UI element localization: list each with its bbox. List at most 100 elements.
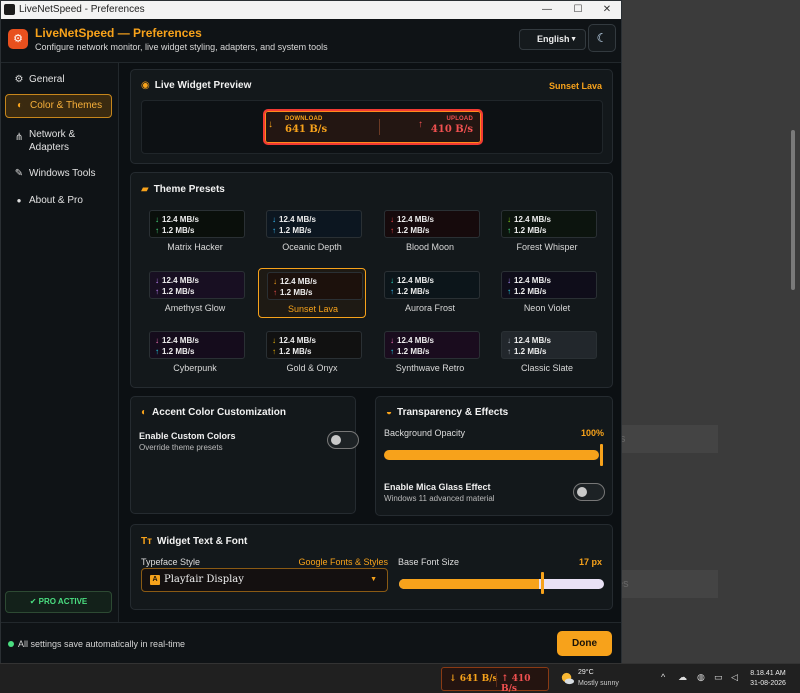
font-size-slider-fill [399,579,539,589]
gear-icon: ⚙ [14,74,24,85]
preset-download: ↓ 12.4 MB/s [155,336,199,345]
eye-icon: ◉ [141,80,150,91]
sidebar-item-about[interactable]: ● About & Pro [5,189,112,213]
font-size-slider[interactable] [399,579,604,589]
typeface-value: Playfair Display [164,574,244,585]
arrow-up-icon: ↑ [390,347,394,356]
preset-upload: ↑ 1.2 MB/s [155,347,195,356]
language-select[interactable]: English ▼ [519,29,586,50]
typeface-select[interactable]: A Playfair Display ▼ [141,568,388,592]
typeface-source: Google Fonts & Styles [298,557,388,567]
close-button[interactable]: ✕ [592,2,622,18]
done-button[interactable]: Done [557,631,612,656]
text-icon: Tт [141,536,153,547]
theme-preset-matrix-hacker[interactable]: ↓ 12.4 MB/s ↑ 1.2 MB/s Matrix Hacker [141,207,249,257]
sidebar-item-label: Windows Tools [29,168,96,179]
preset-name: Neon Violet [523,303,571,313]
font-size-slider-handle[interactable] [540,572,544,594]
theme-preset-forest-whisper[interactable]: ↓ 12.4 MB/s ↑ 1.2 MB/s Forest Whisper [493,207,601,257]
arrow-down-icon: ↓ [273,277,277,286]
theme-preset-sunset-lava[interactable]: ↓ 12.4 MB/s ↑ 1.2 MB/s Sunset Lava [258,268,366,318]
preset-download: ↓ 12.4 MB/s [507,215,551,224]
arrow-up-icon: ↑ [507,347,511,356]
clock-time: 8.18.41 AM [750,670,786,677]
arrow-up-icon: ↑ [272,347,276,356]
theme-preset-cyberpunk[interactable]: ↓ 12.4 MB/s ↑ 1.2 MB/s Cyberpunk [141,328,249,378]
maximize-button[interactable]: ☐ [563,2,593,18]
title-bar[interactable]: LiveNetSpeed - Preferences — ☐ ✕ [1,1,621,19]
arrow-up-icon: ↑ [155,226,159,235]
custom-colors-toggle[interactable] [327,431,359,449]
arrow-down-icon: ↓ [390,215,394,224]
security-icon[interactable]: ◍ [697,672,705,683]
mica-toggle[interactable] [573,483,605,501]
preset-download: ↓ 12.4 MB/s [390,276,434,285]
preset-download: ↓ 12.4 MB/s [155,215,199,224]
transparency-card: ◒ Transparency & Effects Background Opaci… [375,396,613,516]
opacity-label: Background Opacity [384,428,466,438]
sidebar-item-general[interactable]: ⚙ General [5,68,112,92]
chevron-down-icon: ▼ [570,36,577,43]
moon-icon[interactable]: ☾ [588,24,616,52]
theme-preset-blood-moon[interactable]: ↓ 12.4 MB/s ↑ 1.2 MB/s Blood Moon [376,207,484,257]
display-icon[interactable]: ▭ [714,672,723,683]
preview-area: ↓ DOWNLOAD 641 B/s ↑ UPLOAD 410 B/s [141,100,603,154]
preset-upload: ↑ 1.2 MB/s [390,347,430,356]
preferences-window: LiveNetSpeed - Preferences — ☐ ✕ ⚙ LiveN… [0,0,622,663]
window-title: LiveNetSpeed - Preferences [19,4,145,15]
preset-upload: ↑ 1.2 MB/s [272,347,312,356]
theme-preset-synthwave-retro[interactable]: ↓ 12.4 MB/s ↑ 1.2 MB/s Synthwave Retro [376,328,484,378]
background-scrollbar[interactable] [791,130,795,290]
arrow-down-icon: ↓ [390,276,394,285]
sidebar-item-windows-tools[interactable]: ✎ Windows Tools [5,162,112,186]
arrow-down-icon: ↓ [155,336,159,345]
speaker-icon[interactable]: ◁ [731,672,738,683]
minimize-button[interactable]: — [532,2,562,18]
toggle-knob [331,435,341,445]
preset-preview: ↓ 12.4 MB/s ↑ 1.2 MB/s [266,210,362,238]
sidebar-item-color-themes[interactable]: ◐ Color & Themes [5,94,112,118]
clock[interactable]: 8.18.41 AM 31-08-2026 [746,669,790,689]
weather-icon[interactable] [560,671,575,686]
chevron-down-icon: ▼ [370,576,377,583]
theme-preset-amethyst-glow[interactable]: ↓ 12.4 MB/s ↑ 1.2 MB/s Amethyst Glow [141,268,249,318]
preset-upload: ↑ 1.2 MB/s [507,226,547,235]
font-size-label: Base Font Size [398,557,460,567]
background-window-bar [622,570,718,598]
preset-name: Aurora Frost [404,303,455,313]
app-icon [4,4,15,15]
preset-preview: ↓ 12.4 MB/s ↑ 1.2 MB/s [501,331,597,359]
arrow-up-icon: ↑ [390,226,394,235]
preset-download: ↓ 12.4 MB/s [507,336,551,345]
arrow-down-icon: ↓ [507,215,511,224]
app-header: ⚙ LiveNetSpeed — Preferences Configure n… [1,19,621,63]
sidebar-item-label: Adapters [29,142,70,153]
opacity-slider-handle[interactable] [600,444,603,466]
sidebar-item-label: About & Pro [29,195,83,206]
preset-upload: ↑ 1.2 MB/s [155,226,195,235]
autosave-status: All settings save automatically in real-… [18,639,186,649]
cloud-icon[interactable]: ☁ [678,672,687,683]
theme-preset-gold-onyx[interactable]: ↓ 12.4 MB/s ↑ 1.2 MB/s Gold & Onyx [258,328,366,378]
theme-preset-classic-slate[interactable]: ↓ 12.4 MB/s ↑ 1.2 MB/s Classic Slate [493,328,601,378]
brush-icon: ▰ [141,184,149,195]
app-title: LiveNetSpeed — Preferences [35,26,202,40]
opacity-slider[interactable] [384,450,603,460]
theme-preset-neon-violet[interactable]: ↓ 12.4 MB/s ↑ 1.2 MB/s Neon Violet [493,268,601,318]
theme-preset-aurora-frost[interactable]: ↓ 12.4 MB/s ↑ 1.2 MB/s Aurora Frost [376,268,484,318]
preset-preview: ↓ 12.4 MB/s ↑ 1.2 MB/s [384,331,480,359]
card-title: ◒ Transparency & Effects [386,407,509,418]
sidebar-item-network[interactable]: ⋔ Network & Adapters [5,126,112,156]
taskbar-speed-widget[interactable]: ↓ 641 B/s ↑ 410 B/s [441,667,549,693]
chevron-up-icon[interactable]: ^ [661,672,665,682]
taskbar: ↓ 641 B/s ↑ 410 B/s 29°C Mostly sunny ^ … [0,663,800,693]
arrow-up-icon: ↑ [273,288,277,297]
network-icon: ⋔ [14,132,24,143]
arrow-down-icon: ↓ [155,276,159,285]
preset-name: Gold & Onyx [286,363,338,373]
preset-download: ↓ 12.4 MB/s [272,215,316,224]
theme-preset-oceanic-depth[interactable]: ↓ 12.4 MB/s ↑ 1.2 MB/s Oceanic Depth [258,207,366,257]
app-subtitle: Configure network monitor, live widget s… [35,42,328,52]
status-dot [8,641,14,647]
palette-icon: ◐ [16,100,24,111]
